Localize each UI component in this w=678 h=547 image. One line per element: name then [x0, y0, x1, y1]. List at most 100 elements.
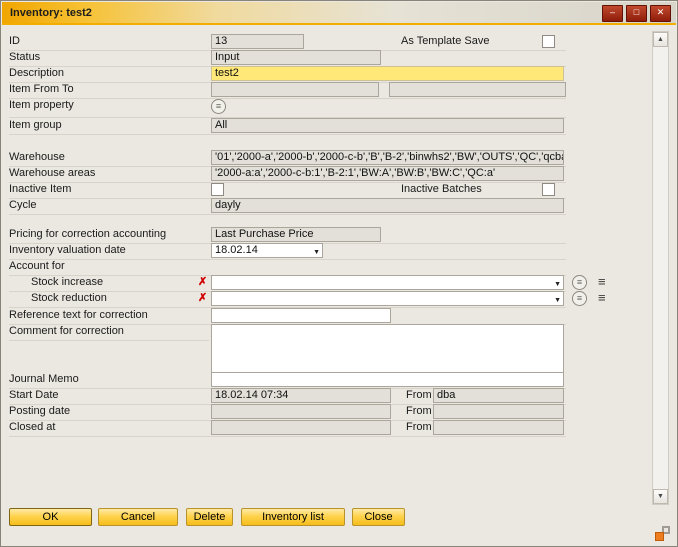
- resize-grip[interactable]: [655, 526, 670, 541]
- dropdown-icon[interactable]: ▼: [554, 294, 561, 306]
- valuation-date-value: 18.02.14: [215, 244, 258, 257]
- vertical-scrollbar[interactable]: ▲ ▼: [652, 31, 669, 505]
- inactive-item-checkbox[interactable]: [211, 183, 224, 196]
- row-pricing: Pricing for correction accounting Last P…: [9, 227, 566, 244]
- closed-from-label: From: [406, 420, 432, 435]
- inactive-item-label: Inactive Item: [9, 182, 71, 197]
- row-description: Description test2: [9, 66, 566, 83]
- titlebar-accent-line: [2, 23, 676, 25]
- comment-label: Comment for correction: [9, 324, 124, 339]
- choose-from-list-icon[interactable]: ≡: [572, 275, 587, 290]
- scroll-down-button[interactable]: ▼: [653, 489, 668, 504]
- warehouse-label: Warehouse: [9, 150, 65, 165]
- maximize-button[interactable]: □: [626, 5, 647, 22]
- row-valuation-date: Inventory valuation date 18.02.14 ▼: [9, 243, 566, 260]
- row-warehouse: Warehouse '01','2000-a','2000-b','2000-c…: [9, 150, 566, 167]
- cycle-label: Cycle: [9, 198, 37, 213]
- item-group-label: Item group: [9, 118, 62, 133]
- resize-grip-front-square: [655, 532, 664, 541]
- row-posting-date: Posting date From: [9, 404, 566, 421]
- comment-textarea[interactable]: [211, 324, 564, 373]
- row-comment: Comment for correction: [9, 324, 209, 341]
- inventory-list-button[interactable]: Inventory list: [241, 508, 345, 526]
- titlebar-close-button[interactable]: ✕: [650, 5, 671, 22]
- red-x-icon[interactable]: ✗: [198, 275, 207, 290]
- choose-from-list-icon[interactable]: ≡: [211, 99, 226, 114]
- status-label: Status: [9, 50, 40, 65]
- item-to-field: [389, 82, 566, 97]
- item-group-field: All: [211, 118, 564, 133]
- row-reference-text: Reference text for correction: [9, 308, 566, 325]
- warehouse-areas-label: Warehouse areas: [9, 166, 95, 181]
- start-from-field: dba: [433, 388, 564, 403]
- row-journal-memo: Journal Memo: [9, 372, 566, 389]
- stock-reduction-label: Stock reduction: [31, 291, 107, 306]
- row-warehouse-areas: Warehouse areas '2000-a:a','2000-c-b:1',…: [9, 166, 566, 183]
- as-template-save-checkbox[interactable]: [542, 35, 555, 48]
- closed-from-field: [433, 420, 564, 435]
- start-date-field: 18.02.14 07:34: [211, 388, 391, 403]
- row-item-group: Item group All: [9, 118, 566, 135]
- stock-reduction-combo[interactable]: ▼: [211, 291, 564, 306]
- as-template-save-label: As Template Save: [401, 34, 489, 49]
- row-cycle: Cycle dayly: [9, 198, 566, 215]
- id-field: 13: [211, 34, 304, 49]
- scroll-up-button[interactable]: ▲: [653, 32, 668, 47]
- row-item-property: Item property ≡: [9, 98, 566, 118]
- reference-text-label: Reference text for correction: [9, 308, 148, 323]
- dropdown-icon[interactable]: ▼: [554, 278, 561, 290]
- row-account-for: Account for: [9, 259, 566, 276]
- posting-date-field: [211, 404, 391, 419]
- status-field: Input: [211, 50, 381, 65]
- journal-memo-input[interactable]: [211, 372, 564, 387]
- row-stock-reduction: Stock reduction ✗ ▼ ≡ ≡: [9, 291, 566, 308]
- inactive-batches-checkbox[interactable]: [542, 183, 555, 196]
- minimize-button[interactable]: –: [602, 5, 623, 22]
- posting-from-label: From: [406, 404, 432, 419]
- inventory-window: Inventory: test2 – □ ✕ ID 13 As Template…: [0, 0, 678, 547]
- description-input[interactable]: test2: [211, 66, 564, 81]
- row-closed-at: Closed at From: [9, 420, 566, 437]
- row-stock-increase: Stock increase ✗ ▼ ≡ ≡: [9, 275, 566, 292]
- close-button[interactable]: Close: [352, 508, 405, 526]
- row-inactive: Inactive Item Inactive Batches: [9, 182, 566, 199]
- row-item-from-to: Item From To: [9, 82, 566, 99]
- closed-at-label: Closed at: [9, 420, 55, 435]
- dropdown-icon[interactable]: ▼: [313, 246, 320, 258]
- pricing-label: Pricing for correction accounting: [9, 227, 166, 242]
- titlebar[interactable]: Inventory: test2 – □ ✕: [2, 2, 676, 23]
- row-start-date: Start Date 18.02.14 07:34 From dba: [9, 388, 566, 405]
- menu-icon[interactable]: ≡: [598, 290, 606, 306]
- warehouse-areas-field: '2000-a:a','2000-c-b:1','B-2:1','BW:A','…: [211, 166, 564, 181]
- choose-from-list-icon[interactable]: ≡: [572, 291, 587, 306]
- row-status: Status Input: [9, 50, 566, 67]
- pricing-field: Last Purchase Price: [211, 227, 381, 242]
- id-label: ID: [9, 34, 20, 49]
- stock-increase-combo[interactable]: ▼: [211, 275, 564, 290]
- row-id: ID 13 As Template Save: [9, 34, 566, 51]
- valuation-date-combo[interactable]: 18.02.14 ▼: [211, 243, 323, 258]
- ok-button[interactable]: OK: [9, 508, 92, 526]
- cycle-field: dayly: [211, 198, 564, 213]
- warehouse-field: '01','2000-a','2000-b','2000-c-b','B','B…: [211, 150, 564, 165]
- description-label: Description: [9, 66, 64, 81]
- account-for-label: Account for: [9, 259, 65, 274]
- menu-icon[interactable]: ≡: [598, 274, 606, 290]
- start-date-label: Start Date: [9, 388, 59, 403]
- cancel-button[interactable]: Cancel: [98, 508, 178, 526]
- posting-from-field: [433, 404, 564, 419]
- item-property-label: Item property: [9, 98, 74, 113]
- posting-date-label: Posting date: [9, 404, 70, 419]
- reference-text-input[interactable]: [211, 308, 391, 323]
- start-from-label: From: [406, 388, 432, 403]
- stock-increase-label: Stock increase: [31, 275, 103, 290]
- window-controls: – □ ✕: [602, 5, 671, 22]
- closed-at-field: [211, 420, 391, 435]
- item-from-field: [211, 82, 379, 97]
- item-from-to-label: Item From To: [9, 82, 74, 97]
- window-title: Inventory: test2: [10, 7, 92, 19]
- journal-memo-label: Journal Memo: [9, 372, 79, 387]
- valuation-date-label: Inventory valuation date: [9, 243, 126, 258]
- red-x-icon[interactable]: ✗: [198, 291, 207, 306]
- delete-button[interactable]: Delete: [186, 508, 233, 526]
